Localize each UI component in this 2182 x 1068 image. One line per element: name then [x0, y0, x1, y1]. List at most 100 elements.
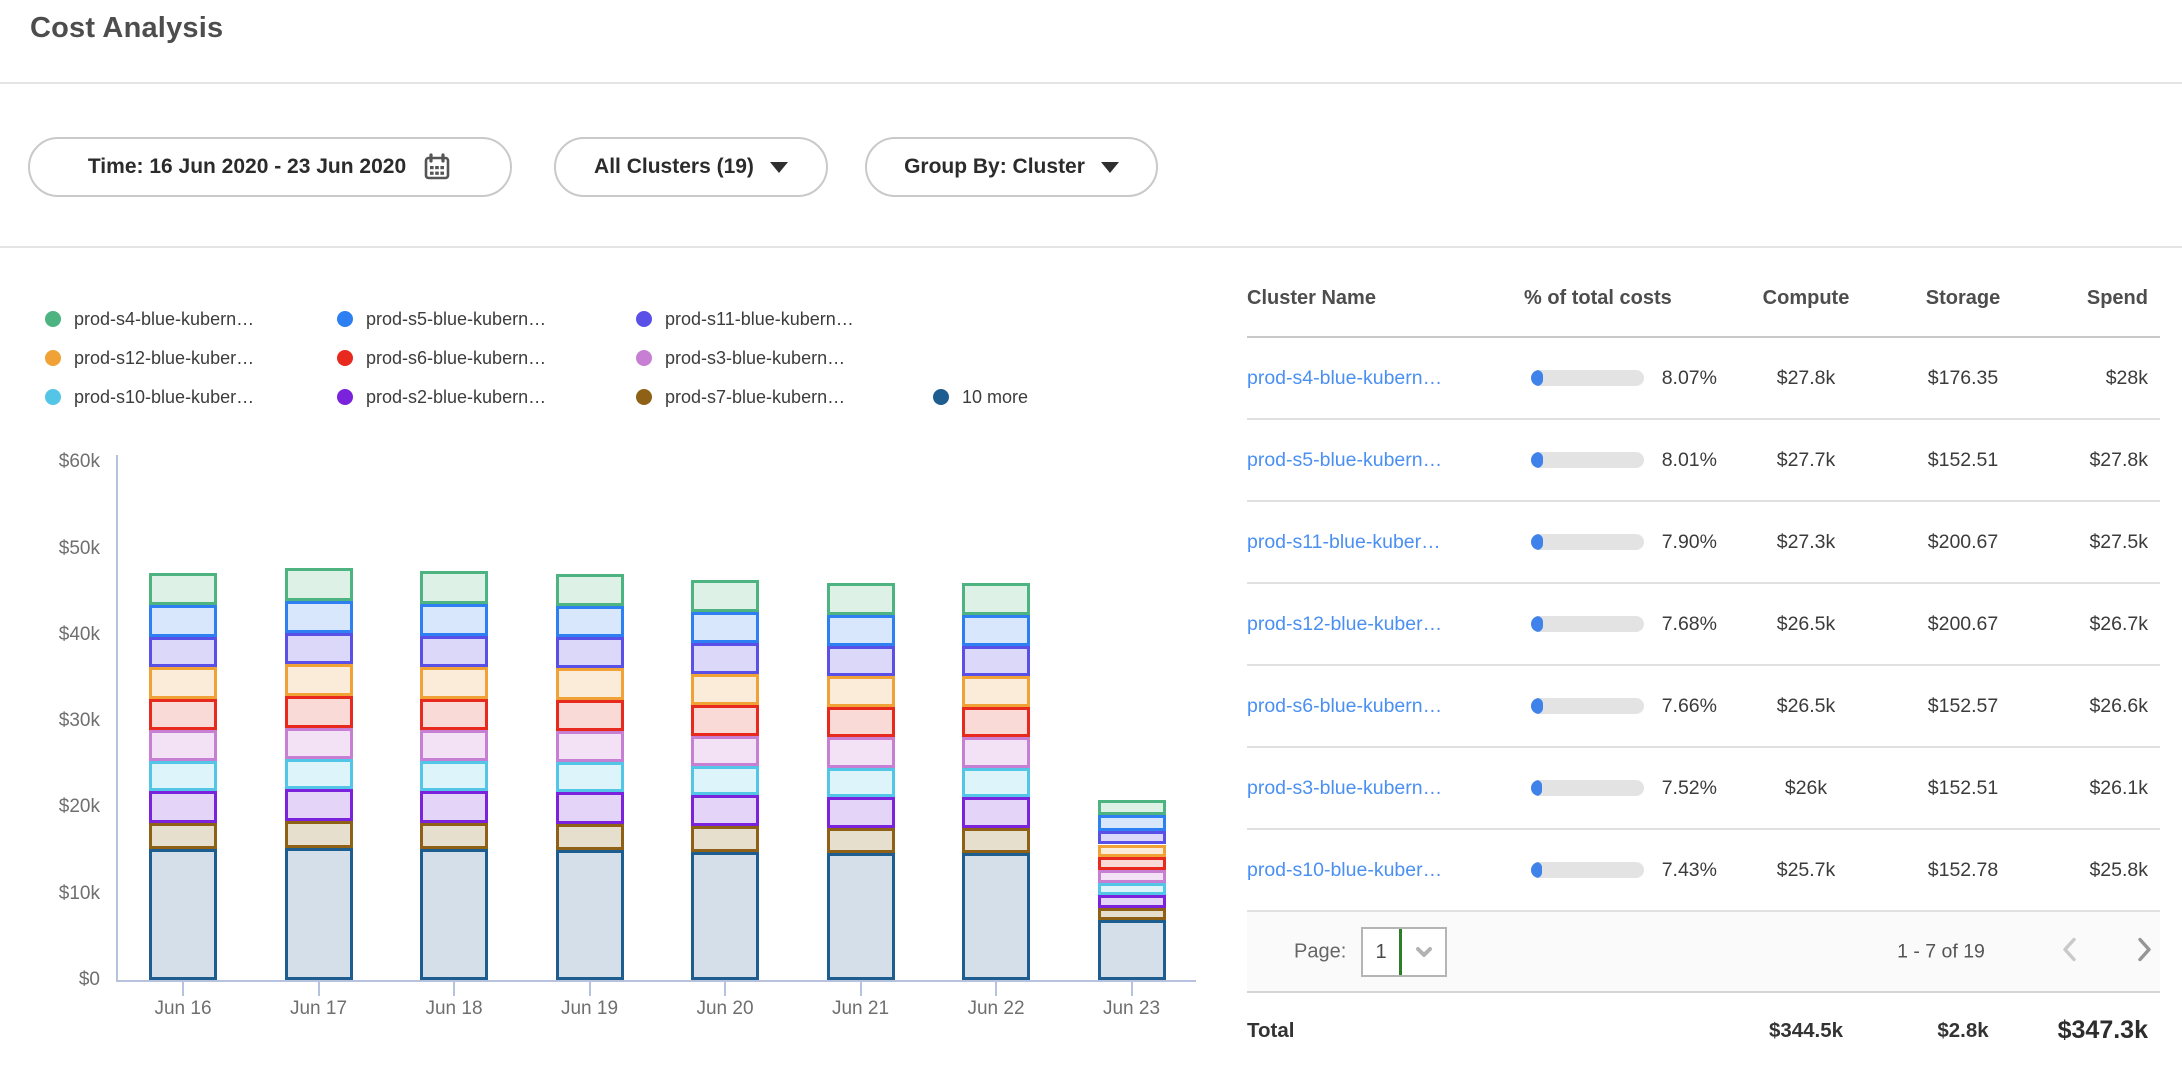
legend-item[interactable]: prod-s11-blue-kubern…: [636, 305, 854, 333]
bar-segment[interactable]: [827, 768, 895, 797]
bar-segment[interactable]: [149, 637, 217, 667]
bar-segment[interactable]: [691, 766, 759, 795]
bar-segment[interactable]: [691, 736, 759, 766]
bar-segment[interactable]: [962, 737, 1030, 767]
cluster-name-link[interactable]: prod-s5-blue-kubern…: [1247, 449, 1442, 471]
bar-segment[interactable]: [556, 824, 624, 850]
group-by-filter[interactable]: Group By: Cluster: [865, 137, 1158, 197]
bar-segment[interactable]: [962, 676, 1030, 707]
bar-segment[interactable]: [420, 730, 488, 761]
bar-segment[interactable]: [1098, 845, 1166, 858]
legend-item[interactable]: prod-s7-blue-kubern…: [636, 383, 845, 411]
bar-segment[interactable]: [420, 699, 488, 730]
bar-segment[interactable]: [827, 676, 895, 707]
bar-segment[interactable]: [1098, 857, 1166, 870]
time-range-filter[interactable]: Time: 16 Jun 2020 - 23 Jun 2020: [28, 137, 512, 197]
cluster-name-link[interactable]: prod-s12-blue-kuber…: [1247, 613, 1442, 635]
bar-segment[interactable]: [691, 852, 759, 980]
bar-segment[interactable]: [420, 849, 488, 980]
legend-item[interactable]: prod-s3-blue-kubern…: [636, 344, 845, 372]
legend-item[interactable]: prod-s5-blue-kubern…: [337, 305, 546, 333]
bar-segment[interactable]: [1098, 908, 1166, 919]
bar-segment[interactable]: [556, 762, 624, 792]
bar-segment[interactable]: [691, 705, 759, 736]
bar-segment[interactable]: [962, 797, 1030, 828]
legend-item[interactable]: prod-s6-blue-kubern…: [337, 344, 546, 372]
bar-segment[interactable]: [420, 636, 488, 667]
bar-segment[interactable]: [149, 573, 217, 606]
bar-segment[interactable]: [420, 761, 488, 791]
bar-segment[interactable]: [420, 823, 488, 849]
bar-segment[interactable]: [1098, 895, 1166, 908]
clusters-filter[interactable]: All Clusters (19): [554, 137, 828, 197]
bar-segment[interactable]: [962, 583, 1030, 615]
bar-segment[interactable]: [285, 789, 353, 821]
bar-segment[interactable]: [556, 637, 624, 667]
bar-segment[interactable]: [962, 828, 1030, 853]
bar-segment[interactable]: [420, 571, 488, 604]
bar-segment[interactable]: [827, 615, 895, 646]
bar-segment[interactable]: [420, 667, 488, 699]
bar-segment[interactable]: [827, 737, 895, 767]
bar-segment[interactable]: [962, 615, 1030, 646]
bar-segment[interactable]: [149, 791, 217, 823]
bar-segment[interactable]: [691, 580, 759, 613]
cluster-name-link[interactable]: prod-s10-blue-kuber…: [1247, 859, 1442, 881]
bar-segment[interactable]: [285, 728, 353, 759]
bar-segment[interactable]: [1098, 815, 1166, 831]
bar-segment[interactable]: [827, 707, 895, 737]
bar-segment[interactable]: [691, 612, 759, 643]
bar-segment[interactable]: [827, 853, 895, 980]
bar-segment[interactable]: [556, 700, 624, 731]
bar-segment[interactable]: [556, 606, 624, 637]
bar-segment[interactable]: [691, 643, 759, 673]
cluster-name-link[interactable]: prod-s3-blue-kubern…: [1247, 777, 1442, 799]
bar-segment[interactable]: [1098, 831, 1166, 845]
cluster-name-link[interactable]: prod-s6-blue-kubern…: [1247, 695, 1442, 717]
bar-segment[interactable]: [285, 821, 353, 848]
bar-segment[interactable]: [149, 761, 217, 791]
bar-segment[interactable]: [149, 823, 217, 849]
bar-segment[interactable]: [149, 699, 217, 730]
cluster-name-link[interactable]: prod-s11-blue-kuber…: [1247, 531, 1441, 553]
bar-segment[interactable]: [1098, 870, 1166, 883]
cluster-name-link[interactable]: prod-s4-blue-kubern…: [1247, 367, 1442, 389]
bar-segment[interactable]: [285, 601, 353, 633]
legend-item[interactable]: prod-s4-blue-kubern…: [45, 305, 254, 333]
legend-item[interactable]: prod-s10-blue-kuber…: [45, 383, 254, 411]
bar-segment[interactable]: [285, 696, 353, 728]
bar-segment[interactable]: [149, 605, 217, 636]
bar-segment[interactable]: [962, 853, 1030, 980]
bar-segment[interactable]: [827, 828, 895, 853]
next-page-icon[interactable]: [2129, 932, 2159, 971]
bar-segment[interactable]: [556, 850, 624, 980]
bar-segment[interactable]: [1098, 800, 1166, 815]
bar-segment[interactable]: [420, 791, 488, 823]
prev-page-icon[interactable]: [2055, 932, 2085, 971]
legend-item[interactable]: prod-s12-blue-kuber…: [45, 344, 254, 372]
bar-segment[interactable]: [691, 795, 759, 826]
bar-segment[interactable]: [691, 826, 759, 852]
bar-segment[interactable]: [556, 668, 624, 700]
bar-segment[interactable]: [420, 604, 488, 636]
bar-segment[interactable]: [691, 674, 759, 705]
bar-segment[interactable]: [556, 792, 624, 824]
legend-item[interactable]: prod-s2-blue-kubern…: [337, 383, 546, 411]
bar-segment[interactable]: [962, 707, 1030, 737]
bar-segment[interactable]: [827, 797, 895, 828]
legend-item[interactable]: 10 more: [933, 383, 1028, 411]
bar-segment[interactable]: [556, 574, 624, 607]
bar-segment[interactable]: [962, 768, 1030, 797]
bar-segment[interactable]: [285, 664, 353, 696]
bar-segment[interactable]: [827, 646, 895, 676]
bar-segment[interactable]: [285, 759, 353, 789]
bar-segment[interactable]: [285, 568, 353, 601]
bar-segment[interactable]: [1098, 920, 1166, 980]
bar-segment[interactable]: [149, 730, 217, 761]
bar-segment[interactable]: [149, 667, 217, 699]
bar-segment[interactable]: [962, 646, 1030, 676]
bar-segment[interactable]: [149, 849, 217, 980]
bar-segment[interactable]: [556, 731, 624, 762]
bar-segment[interactable]: [1098, 883, 1166, 895]
page-select[interactable]: 1: [1361, 927, 1447, 977]
